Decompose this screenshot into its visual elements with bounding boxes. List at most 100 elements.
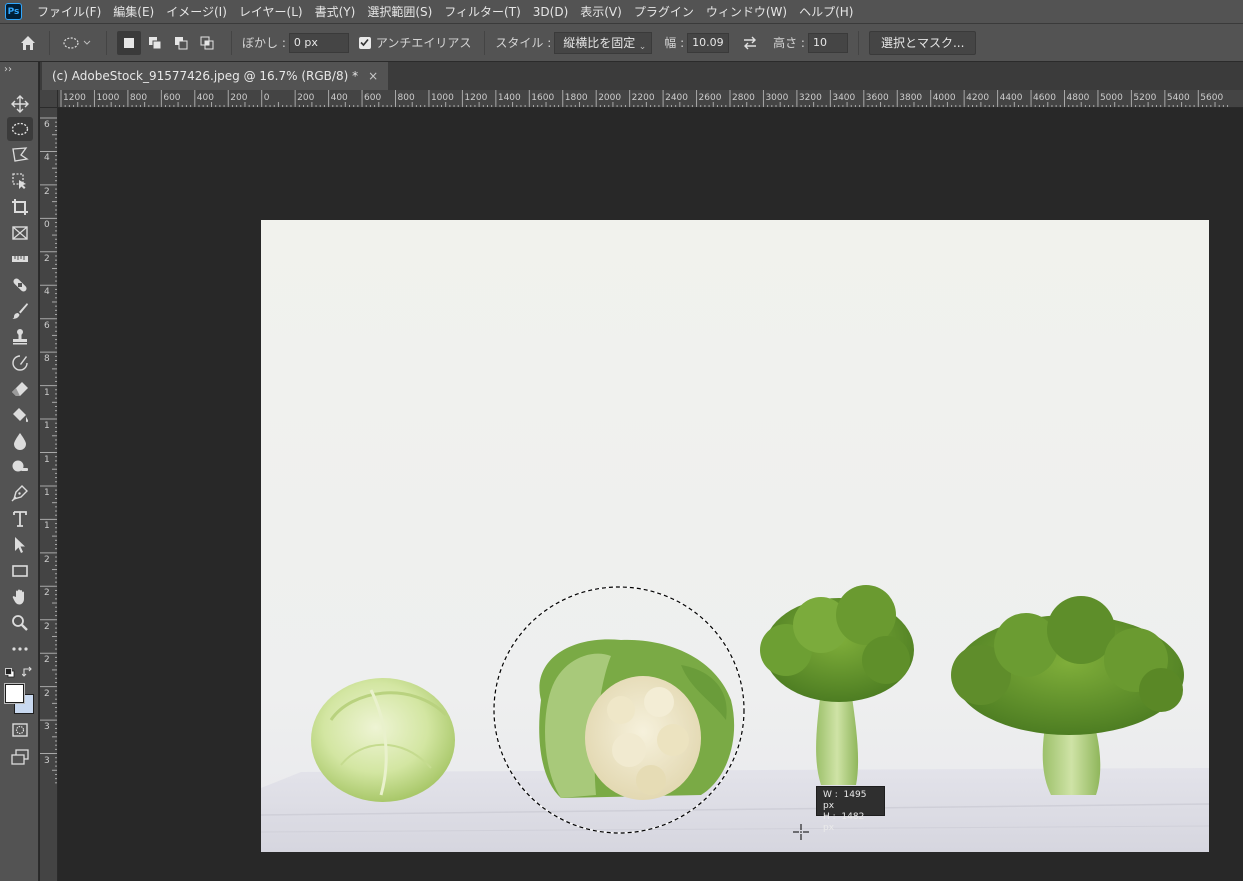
tool-preset-picker[interactable]	[60, 31, 94, 55]
menu-layer[interactable]: レイヤー(L)	[233, 0, 309, 24]
menu-bar: Ps ファイル(F) 編集(E) イメージ(I) レイヤー(L) 書式(Y) 選…	[0, 0, 1243, 24]
zoom-tool[interactable]	[7, 611, 33, 635]
brush-tool[interactable]	[7, 299, 33, 323]
move-tool[interactable]	[7, 92, 33, 116]
height-input[interactable]: 10	[807, 32, 848, 53]
ruler-label: 800	[129, 93, 148, 103]
add-to-selection-button[interactable]	[143, 31, 167, 55]
quick-mask-button[interactable]	[7, 718, 33, 742]
ruler-label: 1200	[464, 93, 488, 103]
width-input[interactable]: 10.09	[687, 32, 730, 53]
ruler-label: 3000	[765, 93, 789, 103]
new-selection-icon	[124, 37, 134, 48]
ruler-icon	[12, 256, 28, 262]
ruler-label: 8	[44, 354, 50, 365]
menu-file[interactable]: ファイル(F)	[31, 0, 107, 24]
selection-size-tooltip: W : 1495 px H : 1482 px	[816, 786, 885, 833]
healing-brush-tool[interactable]	[7, 273, 33, 297]
ruler-label: 0	[263, 93, 270, 103]
vertical-ruler[interactable]: 6 4 2 0 2 4 6 8 1 1 1 1 1 2 2 2 2 2 3 3	[40, 108, 58, 881]
ruler-tool[interactable]	[7, 247, 33, 271]
blur-tool[interactable]	[7, 429, 33, 453]
history-brush-icon	[12, 355, 28, 371]
add-selection-icon	[149, 36, 162, 49]
menu-plugins[interactable]: プラグイン	[628, 0, 700, 24]
panel-collapse-icon[interactable]: ››	[4, 64, 12, 75]
menu-view[interactable]: 表示(V)	[574, 0, 628, 24]
ruler-label: 3600	[865, 93, 889, 103]
feather-input[interactable]: 0 px	[288, 32, 349, 53]
more-tools-button[interactable]	[7, 637, 33, 661]
ruler-label: 2400	[665, 93, 688, 103]
ruler-label: 1400	[497, 93, 521, 103]
ruler-origin[interactable]	[40, 90, 58, 108]
frame-tool[interactable]	[7, 221, 33, 245]
dodge-icon	[12, 460, 28, 472]
new-selection-button[interactable]	[117, 30, 141, 55]
rectangle-icon	[12, 565, 28, 577]
path-selection-tool[interactable]	[7, 533, 33, 557]
screen-mode-icon	[11, 749, 29, 765]
ruler-label: 2	[44, 554, 50, 565]
horizontal-ruler[interactable]: 1200 1000 800 600 400 200 0 200 400 600 800 1000 120…	[58, 90, 1243, 108]
subtract-from-selection-button[interactable]	[169, 31, 193, 55]
ruler-label: 4400	[999, 93, 1023, 103]
menu-help[interactable]: ヘルプ(H)	[793, 0, 859, 24]
menu-3d[interactable]: 3D(D)	[527, 0, 574, 24]
menu-filter[interactable]: フィルター(T)	[438, 0, 526, 24]
pen-tool[interactable]	[7, 481, 33, 505]
ruler-label: 2	[44, 688, 50, 699]
menu-type[interactable]: 書式(Y)	[309, 0, 362, 24]
close-icon[interactable]: ×	[368, 69, 378, 83]
default-colors-button[interactable]	[5, 667, 15, 678]
ellipse-marquee-icon	[63, 36, 91, 49]
ruler-label: 4800	[1066, 93, 1090, 103]
type-tool[interactable]	[7, 507, 33, 531]
swap-dimensions-button[interactable]	[741, 34, 759, 52]
checkmark-icon	[360, 38, 369, 47]
options-bar: ぼかし : 0 px アンチエイリアス スタイル : 縦横比を固定 ⌄ 幅 : …	[0, 24, 1243, 62]
tools-panel: ››	[0, 62, 39, 881]
swap-colors-icon	[21, 666, 32, 677]
eraser-tool[interactable]	[7, 377, 33, 401]
clone-stamp-tool[interactable]	[7, 325, 33, 349]
history-brush-tool[interactable]	[7, 351, 33, 375]
elliptical-marquee-tool[interactable]	[7, 117, 33, 141]
paint-bucket-icon	[13, 408, 28, 423]
antialias-checkbox[interactable]	[358, 36, 371, 49]
menu-window[interactable]: ウィンドウ(W)	[700, 0, 793, 24]
menu-image[interactable]: イメージ(I)	[160, 0, 233, 24]
menu-edit[interactable]: 編集(E)	[107, 0, 160, 24]
rectangle-tool[interactable]	[7, 559, 33, 583]
swap-colors-button[interactable]	[21, 666, 34, 678]
hand-icon	[12, 589, 24, 605]
screen-mode-button[interactable]	[7, 745, 33, 769]
ruler-label: 1	[44, 421, 50, 432]
object-selection-tool[interactable]	[7, 169, 33, 193]
ruler-label: 3800	[899, 93, 923, 103]
ruler-label: 3	[44, 722, 50, 733]
home-button[interactable]	[17, 32, 39, 54]
ruler-label: 1	[44, 487, 50, 498]
style-select[interactable]: 縦横比を固定 ⌄	[554, 31, 653, 54]
select-and-mask-button[interactable]: 選択とマスク...	[868, 30, 977, 55]
ruler-label: 1200	[63, 93, 86, 103]
dodge-tool[interactable]	[7, 455, 33, 479]
divider	[857, 30, 859, 55]
ruler-label: 6	[44, 120, 50, 130]
ruler-label: 4000	[932, 93, 956, 103]
ruler-label: 4	[44, 287, 50, 298]
ruler-label: 4	[44, 153, 50, 164]
foreground-color-swatch[interactable]	[4, 683, 25, 704]
divider	[49, 30, 50, 55]
menu-select[interactable]: 選択範囲(S)	[361, 0, 438, 24]
document-image[interactable]	[261, 220, 1209, 852]
lasso-tool[interactable]	[7, 143, 33, 167]
document-tab[interactable]: (c) AdobeStock_91577426.jpeg @ 16.7% (RG…	[42, 62, 389, 90]
ruler-label: 5000	[1099, 93, 1123, 103]
hand-tool[interactable]	[7, 585, 33, 609]
crop-tool[interactable]	[7, 195, 33, 219]
intersect-selection-button[interactable]	[195, 31, 219, 55]
paint-bucket-tool[interactable]	[7, 403, 33, 427]
swap-icon	[744, 36, 757, 49]
